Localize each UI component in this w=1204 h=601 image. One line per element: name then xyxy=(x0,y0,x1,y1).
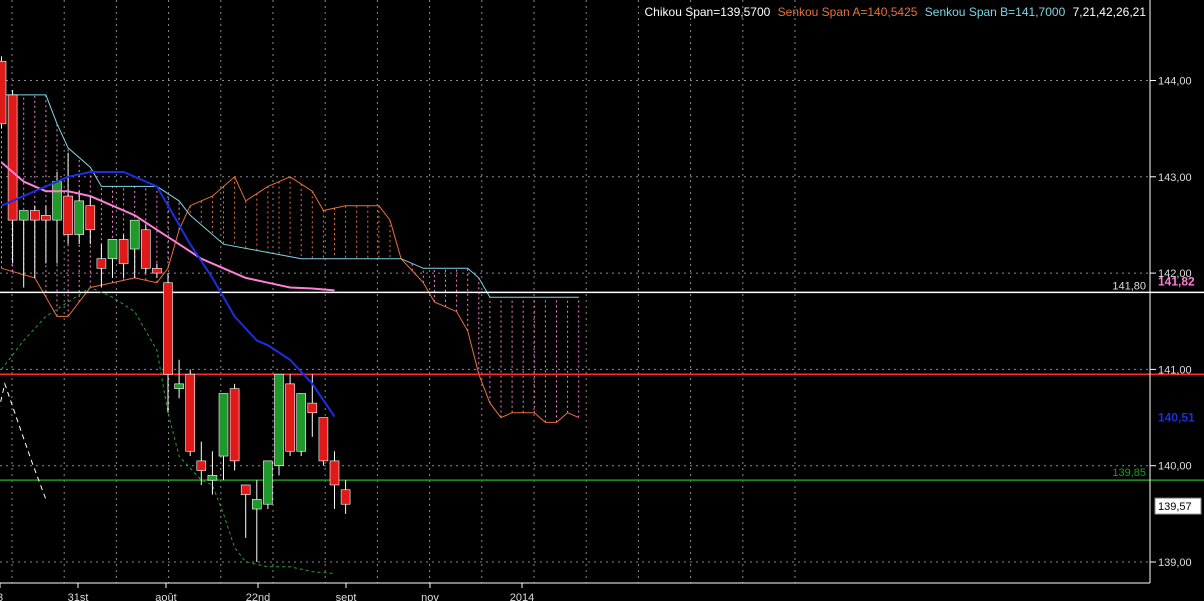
candle xyxy=(307,402,318,414)
x-tick-label: 31st xyxy=(68,592,89,601)
candle xyxy=(29,210,40,221)
candle xyxy=(240,484,251,495)
candle xyxy=(207,475,218,481)
candle xyxy=(196,460,207,471)
candle xyxy=(229,388,240,462)
last-price-marker: 139,57 xyxy=(1158,501,1192,513)
y-tick-label: 143,00 xyxy=(1158,172,1192,184)
candle xyxy=(296,393,307,452)
candle xyxy=(118,239,129,264)
kumo-cloud xyxy=(1,94,580,423)
candle xyxy=(74,200,84,235)
candle xyxy=(63,195,73,235)
candle xyxy=(263,460,273,505)
x-tick-label: août xyxy=(155,592,176,601)
y-tick-label: 139,00 xyxy=(1158,557,1192,569)
ichimoku-chart[interactable]: 141,80139,85139,00140,00141,00142,00143,… xyxy=(0,0,1204,601)
y-tick-label: 141,00 xyxy=(1158,364,1192,376)
candle xyxy=(107,239,118,259)
candle xyxy=(274,373,284,466)
candle xyxy=(129,219,140,250)
x-tick-label: sept xyxy=(336,592,357,601)
candle xyxy=(174,383,184,389)
candle xyxy=(329,460,340,486)
x-tick-label: 22nd xyxy=(246,592,270,601)
candle xyxy=(318,417,329,462)
x-tick-label: 3 xyxy=(0,592,3,601)
candle xyxy=(0,60,7,125)
y-tick-label: 144,00 xyxy=(1158,76,1192,88)
resistance-line-label: 141,80 xyxy=(1112,280,1146,292)
candle xyxy=(18,210,29,221)
support-line-label: 139,85 xyxy=(1112,467,1146,479)
candle xyxy=(252,499,262,510)
candle xyxy=(185,373,195,452)
candle xyxy=(163,282,173,375)
tenkan-marker: 140,51 xyxy=(1158,411,1195,425)
kijun-marker: 141,82 xyxy=(1158,274,1195,288)
price-trace-line xyxy=(0,381,47,500)
candle xyxy=(41,215,51,221)
candle xyxy=(52,181,62,221)
candle xyxy=(152,267,162,274)
candle xyxy=(285,383,295,452)
candle xyxy=(96,258,107,269)
candle xyxy=(218,393,229,457)
candle xyxy=(340,489,351,505)
candle xyxy=(85,205,96,231)
x-tick-label: 2014 xyxy=(510,592,534,601)
x-tick-label: nov xyxy=(421,592,439,601)
y-tick-label: 140,00 xyxy=(1158,461,1192,473)
candle xyxy=(141,229,151,269)
